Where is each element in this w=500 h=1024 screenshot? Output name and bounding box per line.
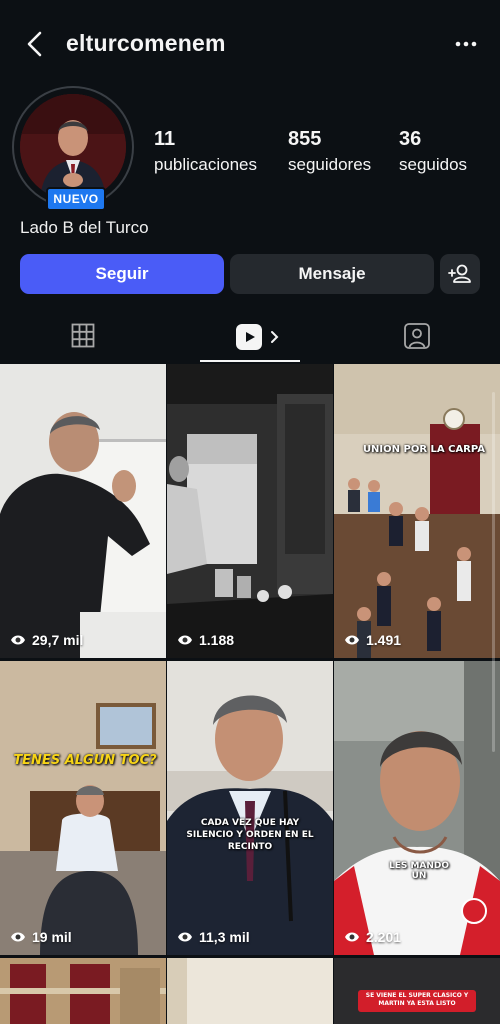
reel-thumbnail[interactable]: UNION POR LA CARPA 1.491: [334, 364, 500, 658]
message-button[interactable]: Mensaje: [230, 254, 434, 294]
grid-icon: [71, 323, 95, 348]
reel-view-count: 29,7 mil: [10, 632, 83, 648]
reel-thumbnail[interactable]: [0, 958, 166, 1024]
profile-display-name: Lado B del Turco: [20, 218, 149, 237]
views-text: 19 mil: [32, 929, 72, 945]
reel-caption-text: UNION POR LA CARPA: [362, 444, 486, 455]
views-text: 1.188: [199, 632, 235, 648]
views-eye-icon: [345, 635, 359, 645]
reel-image: [0, 364, 166, 658]
new-badge: NUEVO: [46, 187, 106, 211]
views-text: 1.491: [366, 632, 402, 648]
reels-icon: [236, 324, 262, 350]
reel-thumbnail[interactable]: TENES ALGUN TOC? 19 mil: [0, 661, 166, 955]
views-eye-icon: [11, 932, 25, 942]
views-text: 11,3 mil: [199, 929, 250, 945]
tab-grid[interactable]: [0, 312, 166, 362]
reel-caption-text: LES MANDO UN: [388, 861, 450, 881]
reel-image: [334, 661, 500, 955]
reel-thumbnail[interactable]: CADA VEZ QUE HAY SILENCIO Y ORDEN EN EL …: [167, 661, 333, 955]
reel-thumbnail[interactable]: [167, 958, 333, 1024]
reel-view-count: 19 mil: [10, 929, 72, 945]
reel-image: [0, 661, 166, 955]
following-label: seguidos: [399, 155, 468, 174]
reel-caption-text: CADA VEZ QUE HAY SILENCIO Y ORDEN EN EL …: [186, 818, 314, 852]
views-text: 2.201: [366, 929, 402, 945]
top-bar: elturcomenem: [0, 0, 500, 88]
scrollbar[interactable]: [492, 392, 495, 752]
avatar-photo: [20, 94, 126, 200]
following-count: 36: [399, 128, 422, 150]
profile-username: elturcomenem: [66, 30, 226, 56]
followers-label: seguidores: [288, 155, 372, 174]
reel-image: [167, 958, 333, 1024]
reel-image: [0, 958, 166, 1024]
reels-grid: 29,7 mil 1.188 UNION POR LA CARPA 1.491 …: [0, 364, 500, 1024]
posts-label: publicaciones: [154, 155, 258, 174]
views-eye-icon: [345, 932, 359, 942]
reel-image: [167, 364, 333, 658]
reel-thumbnail[interactable]: LES MANDO UN 2.201: [334, 661, 500, 955]
stat-posts[interactable]: 11 publicaciones: [154, 128, 257, 175]
reel-view-count: 1.188: [177, 632, 234, 648]
posts-count: 11: [154, 128, 176, 150]
reel-image: [334, 364, 500, 658]
tab-tagged[interactable]: [334, 312, 500, 362]
views-eye-icon: [11, 635, 25, 645]
add-person-icon: [448, 264, 471, 283]
suggested-users-button[interactable]: [440, 254, 480, 294]
reel-thumbnail[interactable]: SE VIENE EL SUPER CLASICO Y MARTIN YA ES…: [334, 958, 500, 1024]
views-text: 29,7 mil: [32, 632, 84, 648]
active-tab-indicator: [200, 360, 300, 362]
followers-count: 855: [288, 128, 322, 150]
profile-tabs: [0, 312, 500, 362]
views-eye-icon: [178, 635, 192, 645]
reel-caption-text: SE VIENE EL SUPER CLASICO Y MARTIN YA ES…: [365, 992, 469, 1007]
reel-image: [334, 958, 500, 1024]
back-arrow-icon[interactable]: [22, 28, 50, 60]
reel-view-count: 1.491: [344, 632, 401, 648]
reel-view-count: 2.201: [344, 929, 401, 945]
stat-following[interactable]: 36 seguidos: [399, 128, 467, 175]
reel-view-count: 11,3 mil: [177, 929, 250, 945]
tab-reels[interactable]: [166, 312, 334, 362]
reel-caption-text: TENES ALGUN TOC?: [13, 753, 157, 768]
more-options-icon[interactable]: [450, 28, 482, 60]
views-eye-icon: [178, 932, 192, 942]
reel-thumbnail[interactable]: 29,7 mil: [0, 364, 166, 658]
chevron-right-icon: [271, 331, 279, 343]
follow-button[interactable]: Seguir: [20, 254, 224, 294]
reel-thumbnail[interactable]: 1.188: [167, 364, 333, 658]
stat-followers[interactable]: 855 seguidores: [288, 128, 371, 175]
tagged-icon: [404, 323, 430, 349]
reel-image: [167, 661, 333, 955]
